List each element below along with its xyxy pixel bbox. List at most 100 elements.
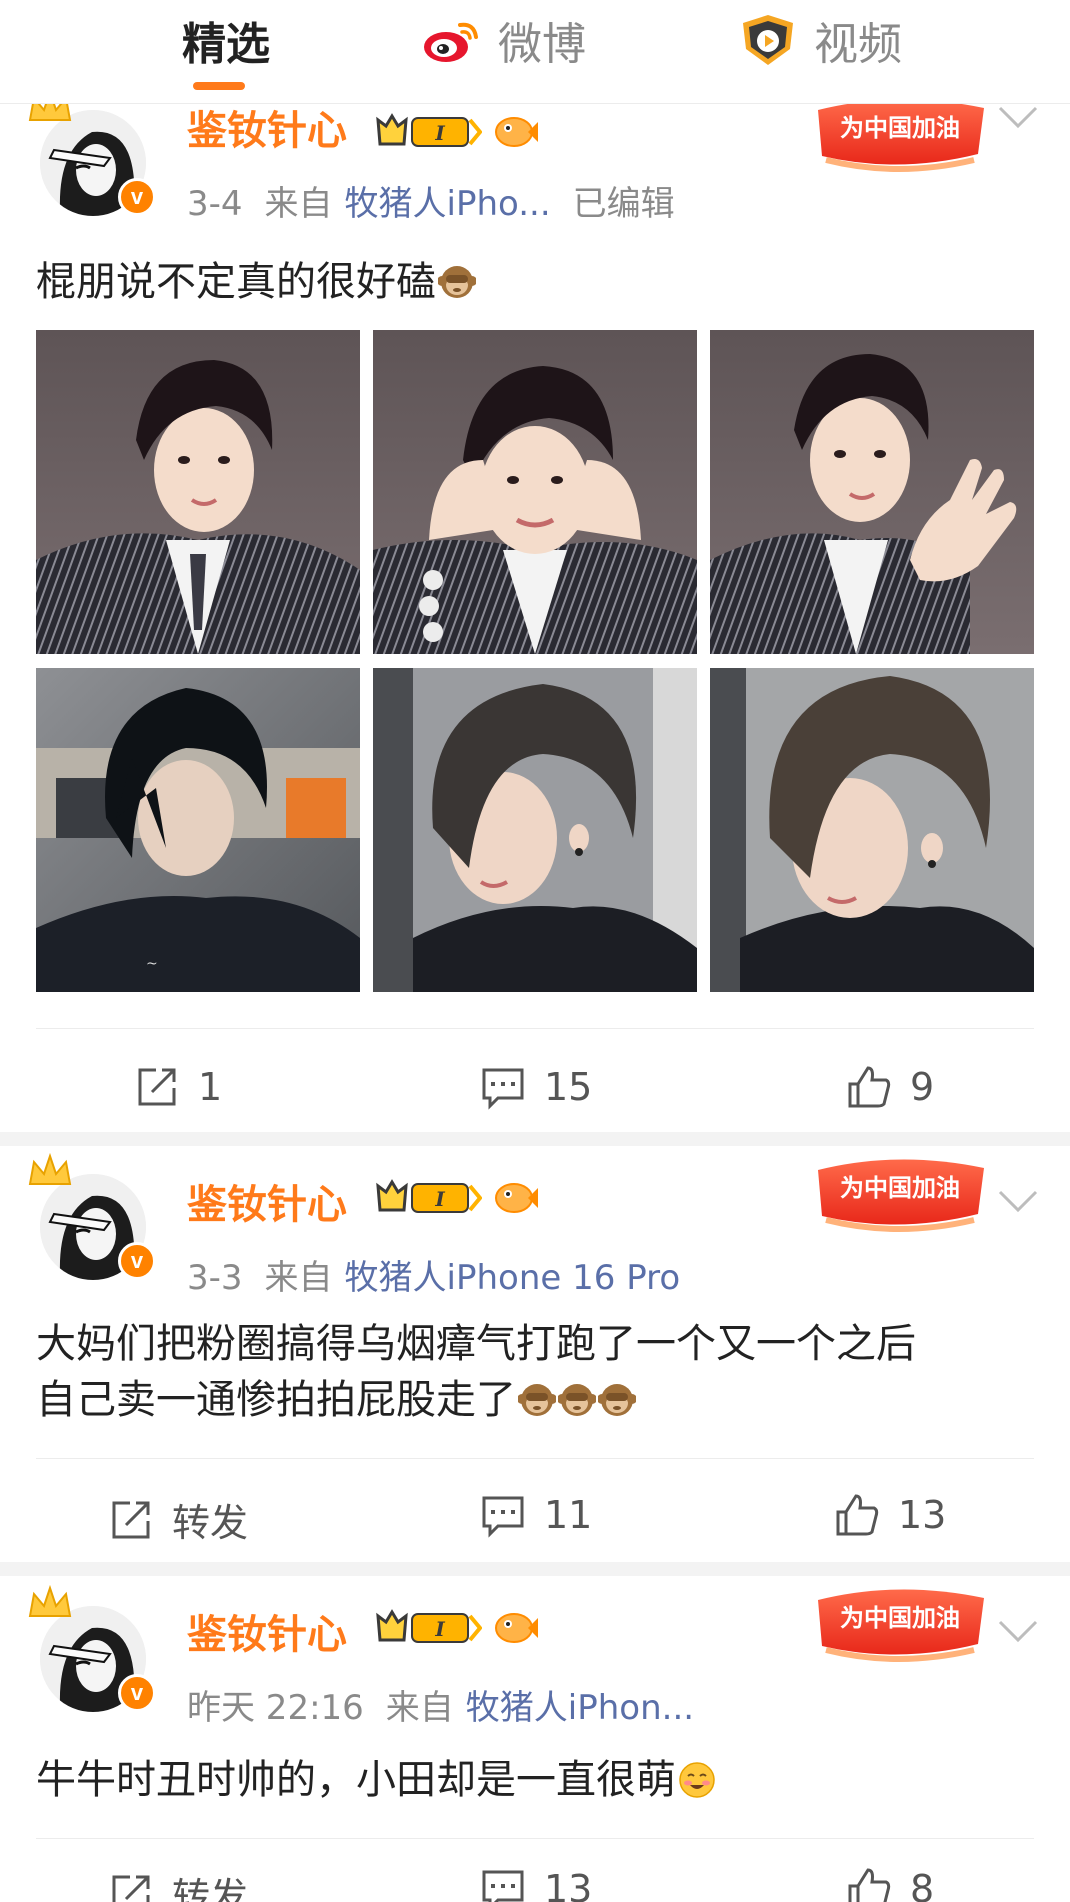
divider: [36, 1458, 1034, 1459]
post-source[interactable]: 牧猪人iPhone 16 Pro: [345, 1258, 681, 1298]
weibo-post: v 鉴钕针心 I 3-3 来自 牧猪人iPhone 16 Pro 为中国加油 大妈们…: [0, 1146, 1070, 1562]
thumbs-up-icon: [848, 1066, 891, 1108]
username[interactable]: 鉴钕针心: [187, 98, 347, 156]
comment-count: 11: [544, 1493, 593, 1537]
vip-level-text: I: [434, 121, 445, 145]
post-meta: 昨天 22:16 来自 牧猪人iPhon...: [187, 1680, 694, 1729]
vip-level-badge-icon: I: [376, 113, 482, 147]
blush-smile-emoji-icon: [679, 1762, 715, 1798]
verified-badge-icon: v: [118, 1242, 156, 1280]
video-channel-icon: [743, 15, 793, 65]
source-prefix: 来自: [385, 1688, 454, 1728]
post-meta: 3-3 来自 牧猪人iPhone 16 Pro: [187, 1250, 680, 1299]
image-thumbnail-5[interactable]: [373, 668, 697, 992]
image-grid: ~: [36, 330, 1034, 992]
repost-count: 1: [198, 1065, 223, 1109]
edited-label: 已编辑: [572, 184, 675, 224]
promo-text: 为中国加油: [840, 1604, 960, 1632]
share-icon: [138, 1068, 176, 1106]
avatar[interactable]: v: [28, 88, 156, 216]
monkey-emoji-icon: [598, 1384, 636, 1416]
comment-count: 15: [544, 1065, 593, 1109]
fan-fish-badge-icon: [495, 117, 538, 147]
post-text-line: 大妈们把粉圈搞得乌烟瘴气打跑了一个又一个之后: [36, 1321, 916, 1367]
source-prefix: 来自: [264, 184, 333, 224]
post-time: 3-4: [187, 184, 243, 224]
comment-count: 13: [544, 1867, 593, 1902]
vip-level-text: I: [434, 1617, 445, 1641]
post-text: 牛牛时丑时帅的，小田却是一直很萌: [36, 1752, 1034, 1808]
chevron-down-icon[interactable]: [994, 1616, 1042, 1646]
promo-text: 为中国加油: [840, 1174, 960, 1202]
tab-featured[interactable]: 精选: [182, 0, 270, 80]
source-prefix: 来自: [264, 1258, 333, 1298]
vip-level-text: I: [434, 1187, 445, 1211]
tab-video-label: 视频: [814, 19, 902, 70]
username[interactable]: 鉴钕针心: [187, 1172, 347, 1230]
post-meta: 3-4 来自 牧猪人iPho... 已编辑: [187, 176, 675, 225]
post-text-line-2: 自己卖一通惨拍拍屁股走了: [36, 1372, 1034, 1428]
image-thumbnail-1[interactable]: [36, 330, 360, 654]
repost-label: 转发: [172, 1501, 249, 1545]
comment-button[interactable]: 15: [480, 1064, 592, 1110]
divider: [36, 1838, 1034, 1839]
tab-featured-label: 精选: [182, 19, 270, 70]
comment-icon: [482, 1496, 524, 1538]
vip-level-badge-icon: I: [376, 1179, 482, 1213]
monkey-emoji-icon: [438, 266, 476, 298]
like-count: 13: [898, 1493, 947, 1537]
post-time: 3-3: [187, 1258, 243, 1298]
tab-weibo-label: 微博: [498, 19, 586, 70]
vip-level-badge-icon: I: [376, 1609, 482, 1643]
weibo-logo-icon: [424, 22, 478, 62]
monkey-emoji-icon: [558, 1384, 596, 1416]
active-tab-indicator: [193, 82, 245, 90]
fan-fish-badge-icon: [495, 1613, 538, 1643]
avatar[interactable]: v: [28, 1152, 156, 1280]
post-text: 大妈们把粉圈搞得乌烟瘴气打跑了一个又一个之后 自己卖一通惨拍拍屁股走了: [36, 1316, 1034, 1428]
monkey-emoji-icon: [518, 1384, 556, 1416]
svg-text:~: ~: [146, 956, 158, 972]
comment-button[interactable]: 11: [480, 1492, 592, 1538]
like-count: 8: [910, 1867, 935, 1902]
image-thumbnail-3[interactable]: [710, 330, 1034, 654]
image-thumbnail-4[interactable]: ~: [36, 668, 360, 992]
cheer-for-china-badge[interactable]: 为中国加油: [808, 1580, 990, 1672]
verified-badge-icon: v: [118, 178, 156, 216]
verified-badge-icon: v: [118, 1674, 156, 1712]
avatar[interactable]: v: [28, 1584, 156, 1712]
comment-icon: [482, 1068, 524, 1110]
like-button[interactable]: 8: [846, 1866, 934, 1902]
post-text-line-body: 自己卖一通惨拍拍屁股走了: [36, 1377, 516, 1423]
tab-video[interactable]: 视频: [738, 0, 902, 80]
post-source[interactable]: 牧猪人iPho...: [345, 184, 551, 224]
like-button[interactable]: 13: [834, 1492, 946, 1538]
chevron-down-icon[interactable]: [994, 1186, 1042, 1216]
post-separator: [0, 1562, 1070, 1576]
tab-weibo[interactable]: 微博: [422, 0, 586, 80]
post-separator: [0, 1132, 1070, 1146]
repost-button[interactable]: 转发: [108, 1492, 248, 1547]
promo-text: 为中国加油: [840, 114, 960, 142]
like-button[interactable]: 9: [846, 1064, 934, 1110]
image-thumbnail-2[interactable]: [373, 330, 697, 654]
repost-button[interactable]: 1: [134, 1064, 222, 1110]
repost-button[interactable]: 转发: [108, 1866, 248, 1902]
post-text-body: 牛牛时丑时帅的，小田却是一直很萌: [36, 1757, 676, 1803]
top-tab-bar: 精选 微博 视频: [0, 0, 1070, 104]
post-source[interactable]: 牧猪人iPhon...: [466, 1688, 694, 1728]
weibo-post: v 鉴钕针心 I 昨天 22:16 来自 牧猪人iPhon... 为中国加油 牛牛时…: [0, 1576, 1070, 1902]
like-count: 9: [910, 1065, 935, 1109]
username[interactable]: 鉴钕针心: [187, 1602, 347, 1660]
crown-icon: [28, 1152, 72, 1185]
repost-label: 转发: [172, 1875, 249, 1902]
chevron-down-icon[interactable]: [994, 102, 1042, 132]
thumbs-up-icon: [848, 1868, 891, 1902]
image-thumbnail-6[interactable]: [710, 668, 1034, 992]
thumbs-up-icon: [836, 1494, 879, 1536]
crown-icon: [28, 1584, 72, 1617]
share-icon: [112, 1875, 150, 1902]
cheer-for-china-badge[interactable]: 为中国加油: [808, 1150, 990, 1242]
comment-button[interactable]: 13: [480, 1866, 592, 1902]
post-time: 昨天 22:16: [187, 1688, 364, 1728]
